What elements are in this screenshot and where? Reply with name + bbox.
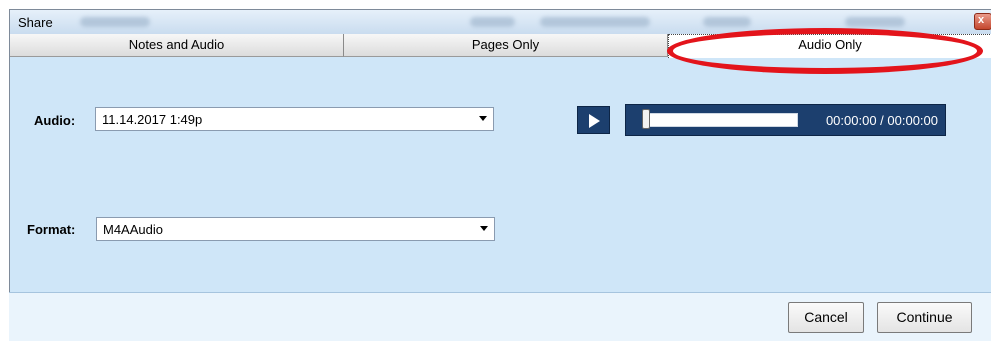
time-display: 00:00:00 / 00:00:00 (825, 113, 938, 128)
seek-track[interactable] (646, 113, 798, 127)
blurred-text (80, 17, 150, 27)
audio-label: Audio: (34, 113, 76, 128)
audio-select[interactable]: 11.14.2017 1:49p (95, 107, 494, 131)
audio-player: 00:00:00 / 00:00:00 (625, 104, 946, 136)
chevron-down-icon (479, 116, 487, 121)
format-select[interactable]: M4AAudio (96, 217, 495, 241)
audio-selected-value: 11.14.2017 1:49p (102, 112, 203, 127)
blurred-text (470, 17, 515, 27)
format-selected-value: M4AAudio (103, 222, 163, 237)
format-label: Format: (27, 222, 76, 237)
continue-button[interactable]: Continue (877, 302, 972, 333)
blurred-text (540, 17, 650, 27)
tab-notes-and-audio[interactable]: Notes and Audio (10, 34, 344, 57)
cancel-button[interactable]: Cancel (788, 302, 864, 333)
tab-pages-only[interactable]: Pages Only (344, 34, 668, 57)
blurred-text (703, 17, 751, 27)
highlight-ellipse (667, 28, 983, 74)
seek-thumb[interactable] (642, 109, 650, 129)
window-title: Share (18, 15, 53, 30)
chevron-down-icon (480, 226, 488, 231)
blurred-text (845, 17, 905, 27)
close-button[interactable]: x (974, 13, 991, 30)
play-button[interactable] (577, 106, 610, 134)
play-icon (589, 114, 600, 128)
close-icon: x (978, 14, 985, 26)
